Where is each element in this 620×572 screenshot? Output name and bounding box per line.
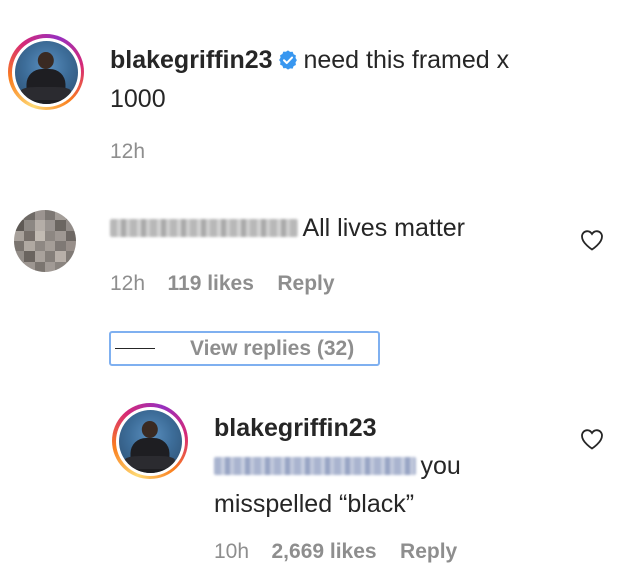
reply-meta: 10h 2,669 likes Reply — [214, 540, 457, 564]
view-replies-button[interactable]: View replies (32) — [109, 331, 380, 366]
comment-meta: 12h 119 likes Reply — [110, 272, 335, 296]
reply-text-line2: misspelled “black” — [214, 490, 415, 518]
reply-time: 10h — [214, 540, 250, 563]
comment-likes[interactable]: 119 likes — [168, 272, 254, 295]
caption-time: 12h — [110, 140, 146, 163]
reply-text-line1: you — [420, 452, 461, 480]
caption-username[interactable]: blakegriffin23 — [110, 46, 273, 74]
heart-outline-icon[interactable] — [580, 229, 604, 251]
comment-reply-button[interactable]: Reply — [277, 272, 334, 295]
commenter-avatar[interactable] — [14, 210, 76, 272]
reply-reply-button[interactable]: Reply — [400, 540, 457, 563]
obscured-mention[interactable] — [214, 457, 416, 475]
caption-body: blakegriffin23 need this framed x 1000 — [110, 44, 600, 119]
comment-text: All lives matter — [302, 214, 465, 242]
divider-line — [115, 348, 155, 349]
caption-avatar[interactable] — [8, 34, 84, 110]
reply-likes[interactable]: 2,669 likes — [272, 540, 377, 563]
comment-body: All lives matter — [110, 213, 465, 247]
view-replies-label: View replies (32) — [190, 336, 355, 360]
reply-avatar[interactable] — [112, 403, 188, 479]
obscured-username[interactable] — [110, 219, 298, 237]
reply-username[interactable]: blakegriffin23 — [214, 414, 377, 442]
verified-badge-icon — [277, 49, 299, 83]
caption-text-line2: 1000 — [110, 85, 166, 113]
reply-body: blakegriffin23 you misspelled “black” — [214, 411, 461, 525]
heart-outline-icon[interactable] — [580, 428, 604, 450]
caption-text: need this framed x — [303, 46, 510, 74]
comment-time: 12h — [110, 272, 146, 295]
